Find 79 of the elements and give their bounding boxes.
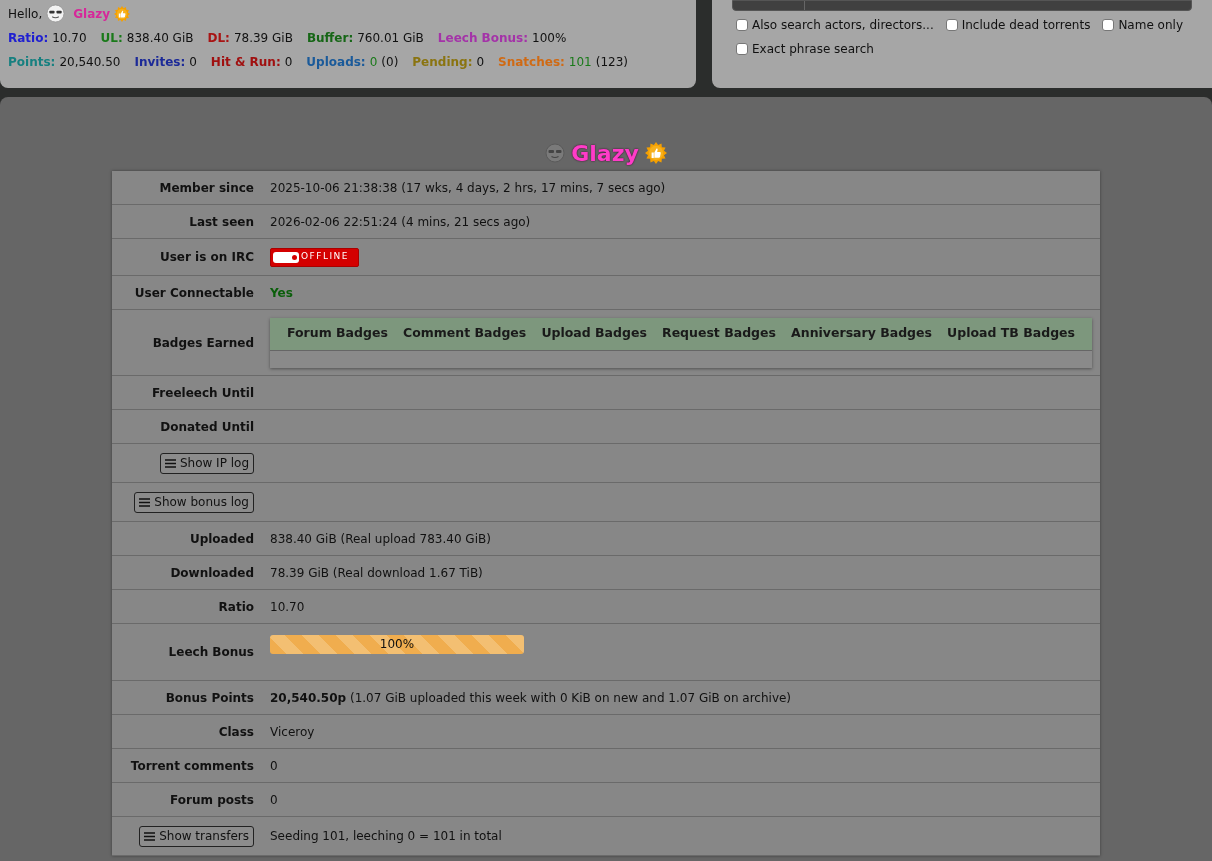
- stat-label: Pending:: [412, 54, 473, 71]
- badge-tab[interactable]: Request Badges: [662, 324, 776, 343]
- row-label: Badges Earned: [152, 334, 254, 352]
- badge-tab[interactable]: Upload Badges: [541, 324, 647, 343]
- stat-label: UL:: [100, 30, 123, 47]
- connectable-status: Yes: [270, 284, 293, 302]
- offline-badge: OFFLINE: [270, 247, 359, 267]
- greeting-text: Hello,: [8, 5, 43, 23]
- stat-label: Leech Bonus:: [437, 30, 529, 47]
- stat-value: 0: [189, 54, 197, 71]
- stat-value: 0: [284, 54, 293, 71]
- sunglasses-smiley-icon: [46, 4, 66, 23]
- list-icon: [139, 497, 151, 507]
- stat-extra: (123): [595, 54, 629, 71]
- show-log-button[interactable]: Show IP log: [159, 452, 254, 474]
- show-log-button[interactable]: Show bonus log: [134, 491, 254, 513]
- row-label: Leech Bonus: [168, 644, 254, 661]
- row-value: 2025-10-06 21:38:38 (17 wks, 4 days, 2 hrs, 17 mins, 7 secs ago): [270, 179, 666, 197]
- badge-tab[interactable]: Forum Badges: [287, 324, 388, 343]
- checkbox[interactable]: [945, 19, 958, 31]
- row-label: User is on IRC: [159, 249, 254, 266]
- row-value: Viceroy: [270, 723, 315, 741]
- badge-tab[interactable]: Comment Badges: [402, 324, 527, 343]
- row-value: 10.70: [270, 598, 305, 616]
- stat-value: 20,540.50: [59, 54, 121, 71]
- stat-value: 78.39 GiB: [233, 30, 293, 47]
- progress-text: 100%: [378, 636, 416, 653]
- stat-value: 760.01 GiB: [357, 30, 424, 47]
- row-value: 2026-02-06 22:51:24 (4 mins, 21 secs ago): [270, 213, 531, 231]
- list-icon: [164, 458, 176, 468]
- stat-value: 838.40 GiB: [126, 30, 194, 47]
- stat-extra: (0): [381, 54, 399, 71]
- row-label: Class: [218, 723, 254, 741]
- stat-value: 100%: [532, 30, 567, 47]
- checkbox[interactable]: [1102, 19, 1115, 31]
- row-label: Ratio: [218, 598, 254, 616]
- row-value: 20,540.50p (1.07 GiB uploaded this week with 0 KiB on new and 1.07 GiB on archive): [270, 689, 792, 707]
- row-label: User Connectable: [134, 284, 254, 302]
- row-value: 78.39 GiB (Real download 1.67 TiB): [270, 564, 483, 582]
- badge-tab[interactable]: Upload TB Badges: [947, 324, 1075, 343]
- checkbox-label: Also search actors, directors...: [752, 17, 934, 34]
- show-log-button[interactable]: Show transfers: [139, 825, 254, 847]
- row-value: 0: [270, 757, 278, 775]
- row-label: Donated Until: [160, 418, 254, 436]
- row-label: Freeleech Until: [151, 384, 254, 402]
- profile-username: Glazy: [571, 139, 639, 168]
- stat-label: DL:: [207, 30, 230, 47]
- stat-label: Snatches:: [498, 54, 565, 71]
- badge-tab[interactable]: Anniversary Badges: [791, 324, 932, 343]
- stat-value: 0: [369, 54, 378, 71]
- thumbs-up-badge-icon: [644, 142, 667, 164]
- row-label: Forum posts: [170, 791, 254, 809]
- row-label: Downloaded: [170, 564, 254, 582]
- checkbox[interactable]: [736, 43, 748, 55]
- row-label: Uploaded: [189, 530, 254, 548]
- checkbox-label: Exact phrase search: [752, 41, 874, 58]
- stat-label: Ratio:: [8, 30, 49, 47]
- checkbox-label: Include dead torrents: [961, 17, 1091, 34]
- stat-value: 101: [568, 54, 592, 71]
- stat-label: Points:: [8, 54, 56, 71]
- checkbox-label: Name only: [1118, 17, 1183, 34]
- stat-label: Buffer:: [306, 30, 354, 47]
- row-value: Seeding 101, leeching 0 = 101 in total: [270, 828, 502, 845]
- stat-value: 10.70: [52, 30, 87, 47]
- row-label: Member since: [159, 179, 254, 197]
- row-value: 838.40 GiB (Real upload 783.40 GiB): [270, 530, 491, 548]
- row-label: Torrent comments: [130, 757, 254, 775]
- stat-value: 0: [476, 54, 485, 71]
- sunglasses-smiley-icon: [545, 143, 566, 163]
- stat-label: Hit & Run:: [210, 54, 281, 71]
- row-label: Bonus Points: [165, 689, 254, 707]
- search-field[interactable]: [732, 0, 1192, 11]
- thumbs-up-badge-icon: [114, 5, 131, 22]
- checkbox[interactable]: [736, 19, 748, 31]
- stat-label: Uploads:: [306, 54, 366, 71]
- list-icon: [144, 831, 156, 841]
- row-value: 0: [270, 791, 278, 809]
- row-label: Last seen: [189, 213, 254, 231]
- stat-label: Invites:: [134, 54, 186, 71]
